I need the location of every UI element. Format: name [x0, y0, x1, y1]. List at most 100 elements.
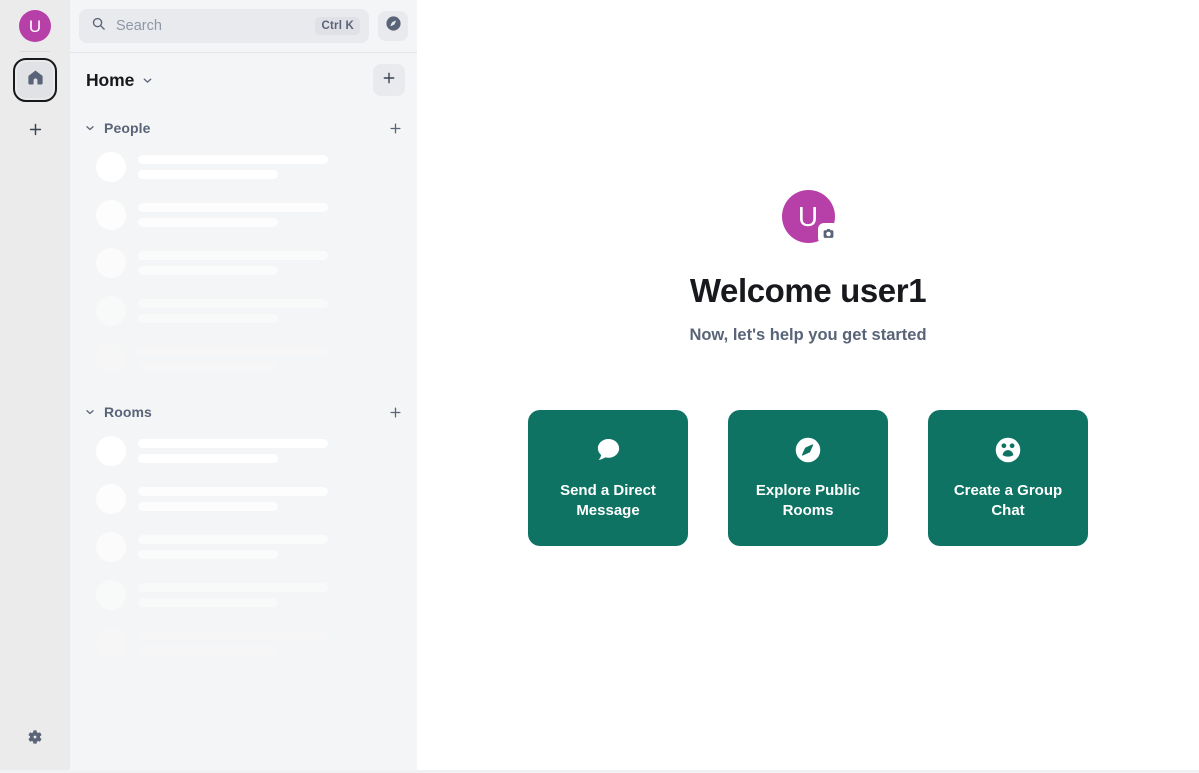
add-room-section-button[interactable]: [385, 402, 405, 422]
panel-search-row: Search Ctrl K: [70, 0, 417, 52]
add-room-button[interactable]: [373, 64, 405, 96]
skeleton-lines: [138, 155, 403, 179]
element-app-window: U Search Ctrl K Home People Rooms U Welc…: [0, 0, 1199, 773]
skeleton-line: [138, 631, 328, 640]
skeleton-lines: [138, 347, 403, 371]
explore-public-rooms-button[interactable]: Explore Public Rooms: [728, 410, 888, 546]
skeleton-avatar: [96, 296, 126, 326]
skeleton-line: [138, 314, 278, 323]
skeleton-line: [138, 454, 278, 463]
skeleton-line: [138, 550, 278, 559]
welcome-subtitle: Now, let's help you get started: [689, 326, 927, 344]
list-item: [70, 239, 417, 287]
rail-avatar-wrap: U: [0, 10, 70, 42]
space-rail: U: [0, 0, 70, 770]
welcome-title: Welcome user1: [689, 272, 927, 309]
sidebar-section-label-rooms: Rooms: [104, 404, 152, 420]
skeleton-line: [138, 251, 328, 260]
skeleton-line: [138, 646, 278, 655]
list-item: [70, 287, 417, 335]
welcome-panel: U Welcome user1 Now, let's help you get …: [417, 190, 1199, 546]
people-skeleton-list: [70, 143, 417, 383]
plus-icon: [381, 70, 397, 91]
room-list-panel: Search Ctrl K Home People Rooms: [70, 0, 417, 770]
rail-divider: [20, 51, 50, 52]
skeleton-line: [138, 487, 328, 496]
skeleton-lines: [138, 583, 403, 607]
card-label: Create a Group Chat: [953, 481, 1063, 519]
list-item: [70, 571, 417, 619]
chevron-down-icon[interactable]: [84, 406, 96, 418]
skeleton-lines: [138, 487, 403, 511]
list-item: [70, 619, 417, 667]
home-icon: [26, 68, 45, 92]
skeleton-lines: [138, 299, 403, 323]
section-header-people: People: [70, 113, 417, 143]
explore-rooms-button[interactable]: [378, 11, 408, 41]
skeleton-line: [138, 203, 328, 212]
search-placeholder: Search: [116, 18, 162, 34]
compass-icon: [385, 15, 402, 37]
section-header-rooms: Rooms: [70, 397, 417, 427]
rooms-skeleton-list: [70, 427, 417, 667]
skeleton-line: [138, 299, 328, 308]
skeleton-line: [138, 362, 278, 371]
room-list-scroll[interactable]: People Rooms: [70, 107, 417, 770]
skeleton-avatar: [96, 344, 126, 374]
skeleton-lines: [138, 203, 403, 227]
skeleton-line: [138, 170, 278, 179]
skeleton-line: [138, 218, 278, 227]
chat-bubble-icon: [593, 435, 623, 465]
skeleton-line: [138, 502, 278, 511]
create-group-chat-button[interactable]: Create a Group Chat: [928, 410, 1088, 546]
send-direct-message-button[interactable]: Send a Direct Message: [528, 410, 688, 546]
skeleton-avatar: [96, 152, 126, 182]
card-label: Send a Direct Message: [560, 481, 656, 519]
skeleton-avatar: [96, 532, 126, 562]
skeleton-avatar: [96, 200, 126, 230]
skeleton-line: [138, 598, 278, 607]
skeleton-lines: [138, 631, 403, 655]
plus-icon: [27, 121, 44, 143]
chevron-down-icon[interactable]: [141, 74, 154, 87]
skeleton-avatar: [96, 436, 126, 466]
add-person-button[interactable]: [385, 118, 405, 138]
sidebar-item-home[interactable]: [12, 57, 58, 103]
skeleton-line: [138, 347, 328, 356]
avatar[interactable]: U: [19, 10, 51, 42]
list-item: [70, 191, 417, 239]
skeleton-avatar: [96, 484, 126, 514]
card-label: Explore Public Rooms: [755, 481, 861, 519]
chevron-down-icon[interactable]: [84, 122, 96, 134]
skeleton-avatar: [96, 628, 126, 658]
skeleton-avatar: [96, 248, 126, 278]
skeleton-lines: [138, 251, 403, 275]
gear-icon: [27, 729, 43, 750]
action-cards: Send a Direct Message Explore Public Roo…: [528, 410, 1088, 546]
skeleton-lines: [138, 439, 403, 463]
group-people-icon: [993, 435, 1023, 465]
skeleton-line: [138, 439, 328, 448]
list-item: [70, 335, 417, 383]
avatar-upload[interactable]: U: [781, 190, 839, 244]
panel-header: Home: [70, 53, 417, 107]
sidebar-item-create-space[interactable]: [17, 114, 53, 150]
list-item: [70, 143, 417, 191]
compass-icon: [793, 435, 823, 465]
search-input[interactable]: Search Ctrl K: [79, 9, 369, 43]
list-item: [70, 427, 417, 475]
list-item: [70, 475, 417, 523]
settings-button[interactable]: [20, 724, 50, 754]
camera-icon: [817, 223, 839, 244]
search-icon: [91, 16, 106, 36]
sidebar-section-label-people: People: [104, 120, 151, 136]
skeleton-line: [138, 155, 328, 164]
search-shortcut-hint: Ctrl K: [315, 17, 360, 35]
skeleton-line: [138, 535, 328, 544]
main-content-area: U Welcome user1 Now, let's help you get …: [417, 0, 1199, 770]
skeleton-avatar: [96, 580, 126, 610]
skeleton-lines: [138, 535, 403, 559]
page-title: Home: [86, 69, 135, 90]
skeleton-line: [138, 266, 278, 275]
list-item: [70, 523, 417, 571]
